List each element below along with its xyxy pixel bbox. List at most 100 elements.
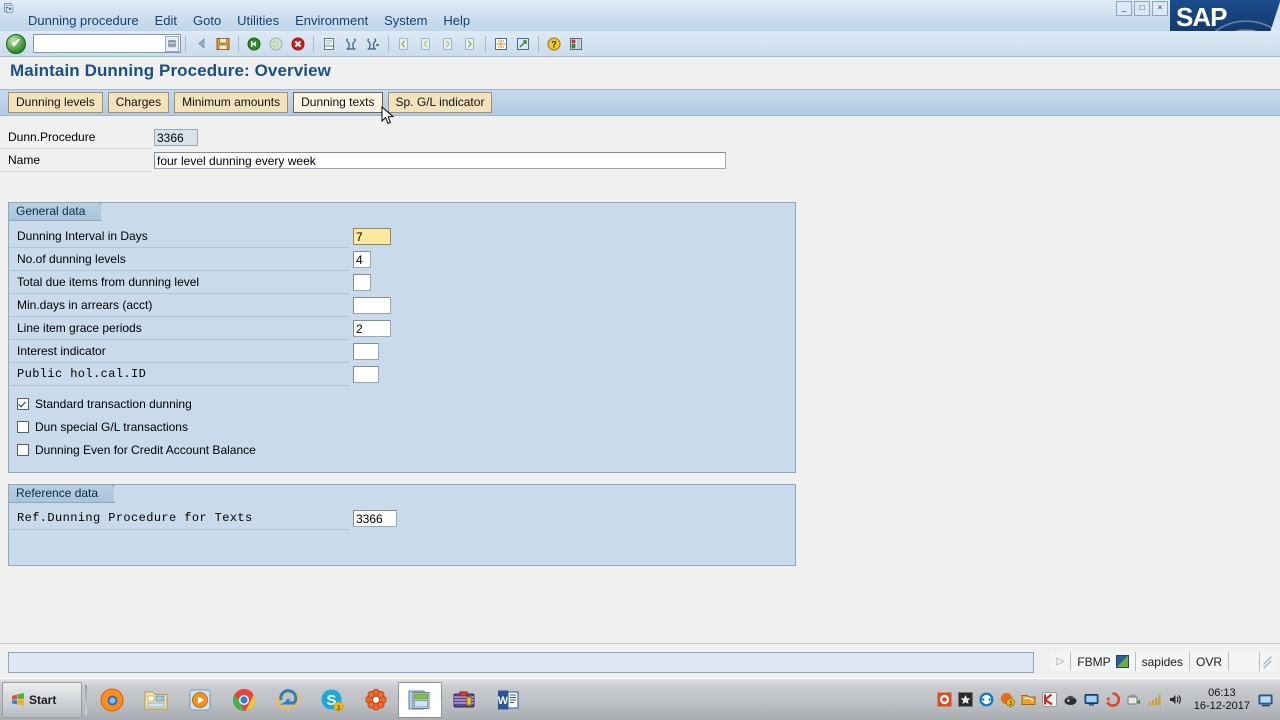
minimize-button[interactable]: _: [1116, 1, 1132, 16]
close-button[interactable]: ×: [1152, 1, 1168, 16]
tray-teamviewer-icon[interactable]: [978, 691, 995, 708]
tray-security-icon[interactable]: [1062, 691, 1079, 708]
input-dunning-interval-in-days[interactable]: 7: [353, 228, 391, 245]
button-charges[interactable]: Charges: [107, 92, 170, 113]
cancel-icon[interactable]: [266, 34, 286, 53]
checkbox-dun-special-gl-transactions[interactable]: [17, 420, 29, 433]
tray-network-monitor-icon[interactable]: [1083, 691, 1100, 708]
menu-item-edit[interactable]: Edit: [147, 12, 185, 30]
print-icon[interactable]: [319, 34, 339, 53]
menu-item-system[interactable]: System: [376, 12, 435, 30]
taskbar-winrar[interactable]: [442, 682, 486, 718]
tray-dark-icon[interactable]: [957, 691, 974, 708]
label-standard-transaction-dunning: Standard transaction dunning: [35, 396, 192, 411]
stop-icon[interactable]: [288, 34, 308, 53]
input-name[interactable]: four level dunning every week: [154, 152, 726, 169]
input-line-item-grace-periods[interactable]: 2: [353, 320, 391, 337]
field-row-public-holiday-calendar-id: Public hol.cal.ID: [9, 363, 795, 386]
tray-safely-remove-icon[interactable]: [1125, 691, 1142, 708]
input-total-due-items-from-dunning-level[interactable]: [353, 274, 371, 291]
menu-item-goto[interactable]: Goto: [185, 12, 229, 30]
tray-flower-icon[interactable]: [936, 691, 953, 708]
label-line-item-grace-periods: Line item grace periods: [9, 317, 349, 340]
help-icon[interactable]: ?: [544, 34, 564, 53]
input-no-of-dunning-levels[interactable]: 4: [353, 251, 371, 268]
restore-button[interactable]: □: [1134, 1, 1150, 16]
taskbar-sap-logon[interactable]: [398, 681, 442, 718]
button-dunning-texts[interactable]: Dunning texts: [293, 92, 383, 113]
exit-icon[interactable]: [244, 34, 264, 53]
tray-folder-icon[interactable]: [1020, 691, 1037, 708]
create-shortcut-icon[interactable]: [513, 34, 533, 53]
status-expand-arrow-icon[interactable]: ▷: [1050, 652, 1071, 671]
status-message-area: [8, 652, 1034, 673]
button-sp-gl-indicator[interactable]: Sp. G/L indicator: [387, 92, 493, 113]
system-status-icon[interactable]: [1115, 655, 1129, 668]
save-icon[interactable]: [213, 34, 233, 53]
next-page-icon[interactable]: [438, 34, 458, 53]
checkbox-standard-transaction-dunning[interactable]: [17, 397, 29, 410]
field-row-min-days-in-arrears: Min.days in arrears (acct): [9, 294, 795, 317]
menu-item-utilities[interactable]: Utilities: [229, 12, 287, 30]
previous-page-icon[interactable]: [416, 34, 436, 53]
tray-volume-icon[interactable]: [1167, 691, 1184, 708]
menu-item-dunning-procedure[interactable]: Dunning procedure: [20, 12, 147, 30]
taskbar-flower-app[interactable]: [354, 682, 398, 718]
label-name: Name: [0, 149, 152, 172]
reference-data-group: Reference data Ref.Dunning Procedure for…: [8, 484, 796, 566]
enter-ok-icon[interactable]: ✔: [6, 33, 26, 54]
first-page-icon[interactable]: [394, 34, 414, 53]
find-icon[interactable]: [341, 34, 361, 53]
input-public-hol-cal-id[interactable]: [353, 366, 379, 383]
svg-text:3: 3: [337, 705, 341, 712]
status-transaction-code-text: FBMP: [1077, 654, 1111, 669]
reference-data-title-text: Reference data: [16, 486, 99, 500]
taskbar-internet-explorer[interactable]: [266, 682, 310, 718]
taskbar-media-player[interactable]: [178, 682, 222, 718]
application-toolbar: Dunning levels Charges Minimum amounts D…: [0, 89, 1280, 116]
new-session-icon[interactable]: [491, 34, 511, 53]
menu-item-help[interactable]: Help: [435, 12, 478, 30]
last-page-icon[interactable]: [460, 34, 480, 53]
menu-item-environment[interactable]: Environment: [287, 12, 376, 30]
checkbox-row-dun-special-gl-transactions[interactable]: Dun special G/L transactions: [9, 415, 795, 438]
taskbar-file-explorer[interactable]: [134, 682, 178, 718]
clock-date: 16-12-2017: [1193, 699, 1250, 712]
command-field[interactable]: ▤: [33, 34, 181, 53]
input-dunning-procedure[interactable]: 3366: [154, 129, 198, 146]
tray-update-icon[interactable]: 3: [999, 691, 1016, 708]
button-dunning-levels[interactable]: Dunning levels: [8, 92, 103, 113]
status-server[interactable]: sapides: [1134, 652, 1189, 671]
start-button[interactable]: Start: [2, 681, 82, 718]
status-insert-mode[interactable]: OVR: [1188, 652, 1228, 671]
status-bar: ▷ FBMP sapides OVR: [0, 643, 1280, 679]
checkbox-row-standard-transaction-dunning[interactable]: Standard transaction dunning: [9, 392, 795, 415]
taskbar-clock[interactable]: 06:13 16-12-2017: [1194, 687, 1250, 713]
input-ref-dunning-procedure-for-texts[interactable]: 3366: [353, 510, 397, 527]
checkbox-dunning-even-for-credit-account-balance[interactable]: [17, 443, 29, 456]
status-transaction-code[interactable]: FBMP: [1070, 652, 1135, 671]
find-next-icon[interactable]: [363, 34, 383, 53]
button-minimum-amounts[interactable]: Minimum amounts: [174, 92, 289, 113]
taskbar-skype[interactable]: S3: [310, 682, 354, 718]
input-interest-indicator[interactable]: [353, 343, 379, 360]
input-min-days-in-arrears[interactable]: [353, 297, 391, 314]
taskbar-firefox[interactable]: [90, 682, 134, 718]
svg-text:?: ?: [551, 39, 557, 49]
checkbox-row-dunning-even-for-credit-account-balance[interactable]: Dunning Even for Credit Account Balance: [9, 438, 795, 461]
resize-grip[interactable]: [1259, 652, 1276, 671]
row-dunning-procedure: Dunn.Procedure 3366: [0, 126, 790, 149]
show-desktop-icon[interactable]: [1256, 688, 1276, 712]
field-row-dunning-interval: Dunning Interval in Days 7: [9, 225, 795, 248]
tray-sync-icon[interactable]: [1104, 691, 1121, 708]
tray-kaspersky-icon[interactable]: [1041, 691, 1058, 708]
tray-signal-icon[interactable]: [1146, 691, 1163, 708]
back-icon[interactable]: [191, 34, 211, 53]
system-menu-icon[interactable]: ⎘: [4, 2, 17, 15]
general-data-group: General data Dunning Interval in Days 7 …: [8, 202, 796, 473]
taskbar-chrome[interactable]: [222, 682, 266, 718]
customize-layout-icon[interactable]: [566, 34, 586, 53]
command-field-dropdown-icon[interactable]: ▤: [165, 36, 179, 52]
taskbar-word[interactable]: W: [486, 682, 530, 718]
label-dunning-procedure: Dunn.Procedure: [0, 126, 152, 149]
